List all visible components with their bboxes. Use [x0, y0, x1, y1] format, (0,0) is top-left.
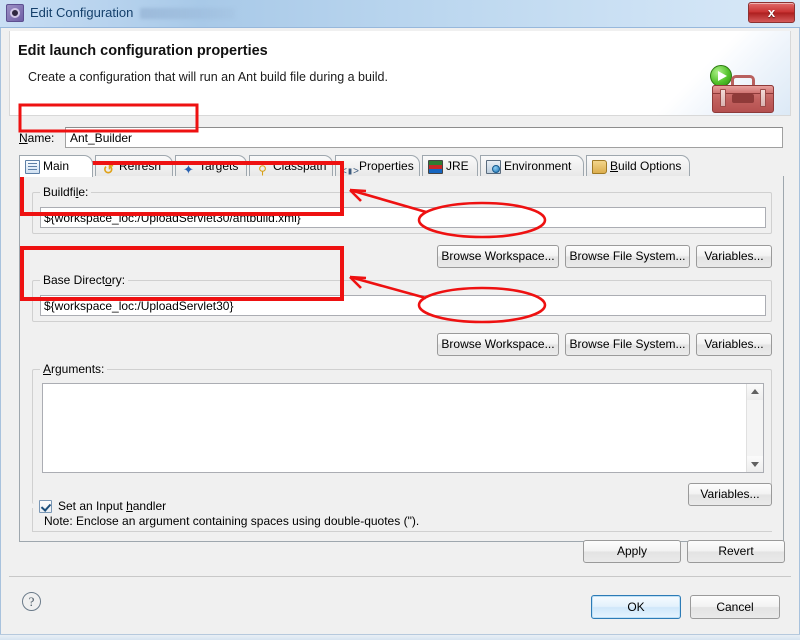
base-directory-group-label: Base Directory: — [40, 273, 129, 287]
ok-button[interactable]: OK — [591, 595, 681, 619]
environment-tab-icon — [486, 160, 501, 174]
gear-window-icon — [6, 4, 24, 22]
buildfile-browse-file-system-button[interactable]: Browse File System... — [565, 245, 690, 268]
tab-targets[interactable]: ✦ Targets — [175, 155, 247, 177]
tab-build-options-label: Build Options — [610, 159, 682, 173]
help-icon[interactable]: ? — [22, 592, 41, 611]
tab-refresh[interactable]: ↺ Refresh — [95, 155, 173, 177]
tab-jre[interactable]: JRE — [422, 155, 478, 177]
buildfile-browse-workspace-button[interactable]: Browse Workspace... — [437, 245, 559, 268]
build-options-tab-icon — [592, 160, 607, 174]
targets-tab-icon: ✦ — [183, 162, 194, 177]
jre-tab-icon — [428, 160, 443, 174]
title-bar: Edit Configuration x — [0, 0, 800, 28]
scroll-down-icon[interactable] — [747, 456, 763, 472]
toolbox-icon — [712, 75, 774, 113]
window-title: Edit Configuration — [30, 5, 134, 20]
window-bottom-edge — [0, 634, 800, 640]
arguments-group-label: Arguments: — [40, 362, 108, 376]
tab-bar: Main ↺ Refresh ✦ Targets ⚲ Classpath <▮>Pro… — [19, 155, 784, 178]
apply-button[interactable]: Apply — [583, 540, 681, 563]
edit-configuration-dialog: Edit Configuration x Edit launch configu… — [0, 0, 800, 640]
name-row: Name: — [19, 127, 784, 149]
tab-targets-label: Targets — [199, 159, 239, 173]
page-title: Edit launch configuration properties — [18, 43, 268, 59]
tab-build-options[interactable]: Build Options — [586, 155, 690, 177]
input-handler-label: Set an Input handler — [58, 499, 167, 513]
banner: Edit launch configuration properties Cre… — [9, 31, 791, 116]
close-icon[interactable]: x — [748, 2, 795, 23]
title-blurred-text — [140, 8, 235, 19]
main-tab-page: Buildfile: Browse Workspace... Browse Fi… — [19, 176, 784, 542]
tab-jre-label: JRE — [446, 159, 469, 173]
tab-main-label: Main — [43, 159, 70, 173]
tab-main[interactable]: Main — [19, 155, 93, 177]
cancel-button[interactable]: Cancel — [690, 595, 780, 619]
arguments-textarea[interactable] — [42, 383, 764, 473]
dialog-content: Name: Main ↺ Refresh ✦ Targets ⚲ Classpath — [9, 116, 791, 553]
arguments-variables-button[interactable]: Variables... — [688, 483, 772, 506]
buildfile-input[interactable] — [40, 207, 766, 228]
tab-environment[interactable]: Environment — [480, 155, 584, 177]
arguments-note: Note: Enclose an argument containing spa… — [44, 514, 420, 528]
page-subtitle: Create a configuration that will run an … — [28, 70, 388, 84]
input-handler-checkbox[interactable] — [39, 500, 52, 513]
buildfile-group-label: Buildfile: — [40, 185, 92, 199]
tab-classpath-label: Classpath — [273, 159, 327, 173]
name-label: Name: — [19, 131, 55, 145]
scroll-up-icon[interactable] — [747, 384, 763, 400]
base-directory-input[interactable] — [40, 295, 766, 316]
refresh-tab-icon: ↺ — [103, 162, 114, 177]
name-input[interactable] — [65, 127, 783, 148]
tab-classpath[interactable]: ⚲ Classpath — [249, 155, 333, 177]
tab-properties-label: Properties — [359, 159, 414, 173]
footer-divider — [9, 576, 791, 577]
main-tab-icon — [25, 160, 40, 174]
arguments-scrollbar[interactable] — [746, 384, 763, 472]
tab-environment-label: Environment — [504, 159, 572, 173]
tab-refresh-label: Refresh — [119, 159, 162, 173]
buildfile-group: Buildfile: — [32, 185, 772, 234]
revert-button[interactable]: Revert — [687, 540, 785, 563]
input-handler-row[interactable]: Set an Input handler — [39, 499, 339, 515]
dialog-body: Edit launch configuration properties Cre… — [0, 28, 800, 640]
tab-properties[interactable]: <▮>Properties — [335, 155, 420, 178]
buildfile-variables-button[interactable]: Variables... — [696, 245, 772, 268]
base-directory-browse-workspace-button[interactable]: Browse Workspace... — [437, 333, 559, 356]
classpath-tab-icon: ⚲ — [258, 163, 267, 177]
base-directory-variables-button[interactable]: Variables... — [696, 333, 772, 356]
base-directory-browse-file-system-button[interactable]: Browse File System... — [565, 333, 690, 356]
base-directory-group: Base Directory: — [32, 273, 772, 322]
